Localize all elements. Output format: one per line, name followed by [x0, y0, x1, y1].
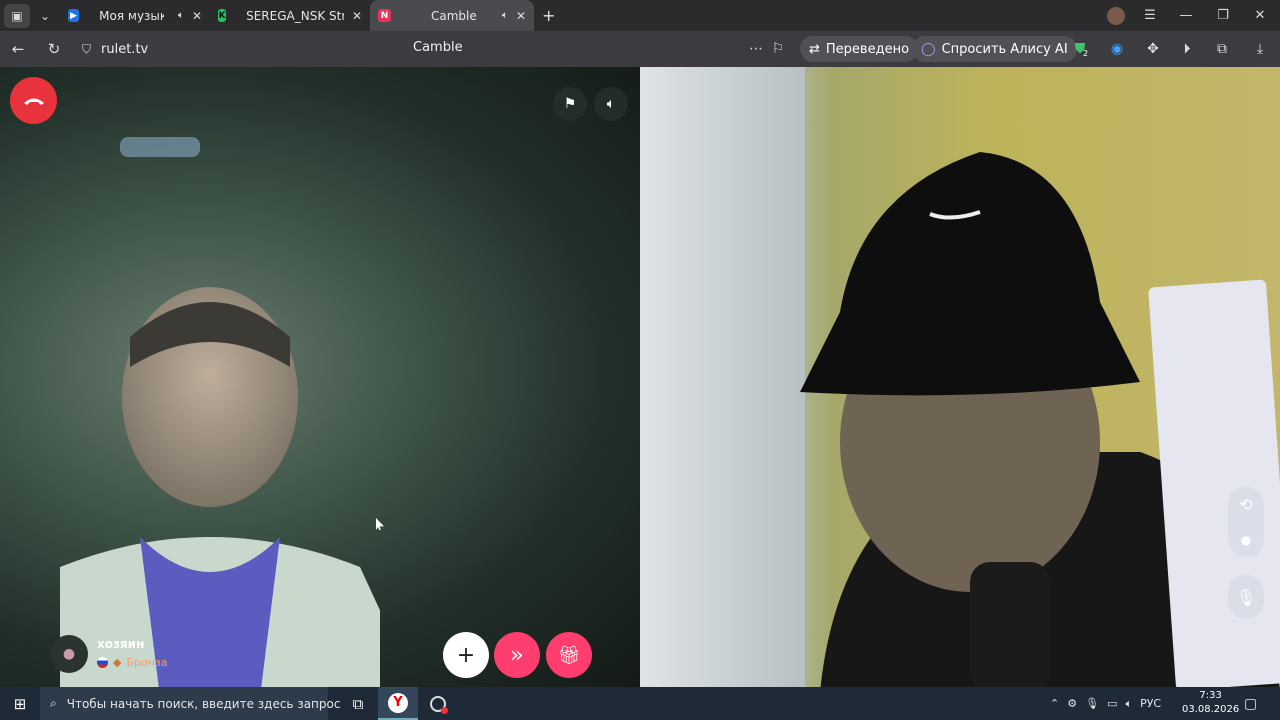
close-tab-icon[interactable]: ✕	[192, 9, 202, 23]
user-avatar: ●	[50, 635, 88, 673]
sidebar-toggle-icon[interactable]: ▣	[4, 3, 30, 28]
toggle-camera-icon[interactable]: ●	[1228, 522, 1264, 557]
ask-alice-button[interactable]: ◯ Спросить Алису AI	[912, 36, 1077, 62]
show-hidden-icons-icon[interactable]: ⌃	[1050, 697, 1059, 710]
russia-flag-icon	[97, 657, 108, 668]
tabs-menu-chevron-icon[interactable]: ⌄	[30, 0, 60, 31]
volume-tray-icon[interactable]: 🔈︎	[1125, 697, 1132, 711]
address-bar: ← ↻ ⛉ rulet.tv Camble ⋯ ⚐ ⇄ Переведено ◯…	[0, 31, 1280, 67]
profile-avatar[interactable]	[1098, 0, 1134, 31]
gift-icon: 🎁︎	[557, 644, 581, 666]
tab-camble[interactable]: N Camble 🔈︎ ✕	[370, 0, 534, 31]
shield-icon[interactable]: ⛉	[82, 42, 91, 57]
next-button[interactable]: »	[494, 632, 540, 678]
user-rank: ◆ Бронза	[97, 656, 168, 669]
play-icon: ▶	[68, 9, 80, 22]
search-icon: ⌕	[50, 696, 57, 710]
close-window-icon[interactable]: ✕	[1242, 0, 1278, 31]
clock[interactable]: 7:33 03.08.2026	[1182, 689, 1239, 717]
download-icon[interactable]: ⤓	[1250, 39, 1270, 59]
remote-video: ⚑ 🔈︎ ● хозяин ◆ Бронза + » 🎁︎	[0, 67, 640, 687]
speaker-icon[interactable]: 🔈︎	[502, 10, 508, 21]
taskbar-search-box[interactable]: ⌕ Чтобы начать поиск, введите здесь запр…	[40, 687, 340, 720]
ceiling-lamp	[120, 137, 200, 157]
new-tab-button[interactable]: +	[534, 0, 563, 31]
url-text[interactable]: rulet.tv	[101, 42, 148, 57]
minimize-icon[interactable]: —	[1168, 0, 1204, 31]
bronze-rank-icon: ◆	[113, 656, 122, 669]
local-video	[640, 67, 1280, 687]
page-title: Camble	[413, 40, 463, 55]
user-card[interactable]: ● хозяин ◆ Бронза	[50, 633, 168, 675]
extension-badge: 2	[1083, 49, 1089, 58]
collections-icon[interactable]: ⧉	[1212, 39, 1232, 59]
restore-icon[interactable]: ❐	[1205, 0, 1241, 31]
notifications-icon[interactable]: ▢	[1244, 687, 1257, 720]
add-friend-button[interactable]: +	[443, 632, 489, 678]
translated-button[interactable]: ⇄ Переведено	[800, 36, 919, 62]
close-tab-icon[interactable]: ✕	[516, 9, 526, 23]
kick-icon: K	[218, 9, 227, 22]
browser-tabbar: ▣ ⌄ ▶ Моя музыка 🔈︎ ✕ K SEREGA_NSK Strea…	[0, 0, 1280, 31]
hangup-icon	[23, 98, 44, 105]
mic-tray-icon[interactable]: 🎙︎	[1085, 697, 1099, 710]
shazam-icon[interactable]: ◉	[1107, 39, 1127, 59]
camble-icon: N	[378, 9, 391, 22]
gift-button[interactable]: 🎁︎	[546, 632, 592, 678]
close-tab-icon[interactable]: ✕	[352, 9, 362, 23]
media-icon[interactable]: ⏵	[1177, 39, 1197, 59]
microphone-icon: 🎙︎	[1235, 587, 1257, 607]
user-name: хозяин	[97, 637, 145, 651]
task-view-icon[interactable]: ⧉	[338, 687, 378, 720]
more-icon[interactable]: ⋯	[746, 39, 766, 59]
tab-stream[interactable]: K SEREGA_NSK Stream - Wa ✕	[210, 0, 370, 31]
menu-icon[interactable]: ☰	[1132, 0, 1168, 31]
settings-icon[interactable]: ⚙	[1067, 697, 1077, 710]
yandex-browser-icon[interactable]: Y	[378, 687, 418, 720]
reload-icon[interactable]: ↻	[36, 40, 72, 58]
volume-button[interactable]: 🔈︎	[594, 87, 628, 121]
camera-controls-panel: ⟲ ●	[1228, 487, 1264, 557]
translate-icon: ⇄	[809, 41, 820, 57]
end-call-button[interactable]	[10, 77, 57, 124]
speaker-icon[interactable]: 🔈︎	[178, 10, 184, 21]
extensions-icon[interactable]: ✥	[1143, 39, 1163, 59]
back-icon[interactable]: ←	[0, 40, 36, 58]
system-tray: ⌃ ⚙ 🎙︎ ▭ 🔈︎ РУС	[1050, 687, 1161, 720]
language-indicator[interactable]: РУС	[1140, 697, 1161, 710]
tab-music[interactable]: ▶ Моя музыка 🔈︎ ✕	[60, 0, 210, 31]
report-flag-button[interactable]: ⚑	[553, 87, 587, 121]
bookmark-icon[interactable]: ⚐	[768, 39, 788, 59]
windows-start-icon[interactable]: ⊞	[0, 687, 40, 720]
microphone-button[interactable]: 🎙︎	[1228, 575, 1264, 619]
video-chat-stage: ⚑ 🔈︎ ● хозяин ◆ Бронза + » 🎁︎ ⟲ ● 🎙︎	[0, 67, 1280, 687]
recorder-app-icon[interactable]	[418, 687, 458, 720]
switch-camera-icon[interactable]: ⟲	[1228, 487, 1264, 522]
remote-person-figure	[60, 287, 380, 687]
alice-icon: ◯	[921, 41, 936, 57]
network-icon[interactable]: ▭	[1107, 697, 1117, 710]
taskbar: ⊞ ⌕ Чтобы начать поиск, введите здесь за…	[0, 687, 1280, 720]
